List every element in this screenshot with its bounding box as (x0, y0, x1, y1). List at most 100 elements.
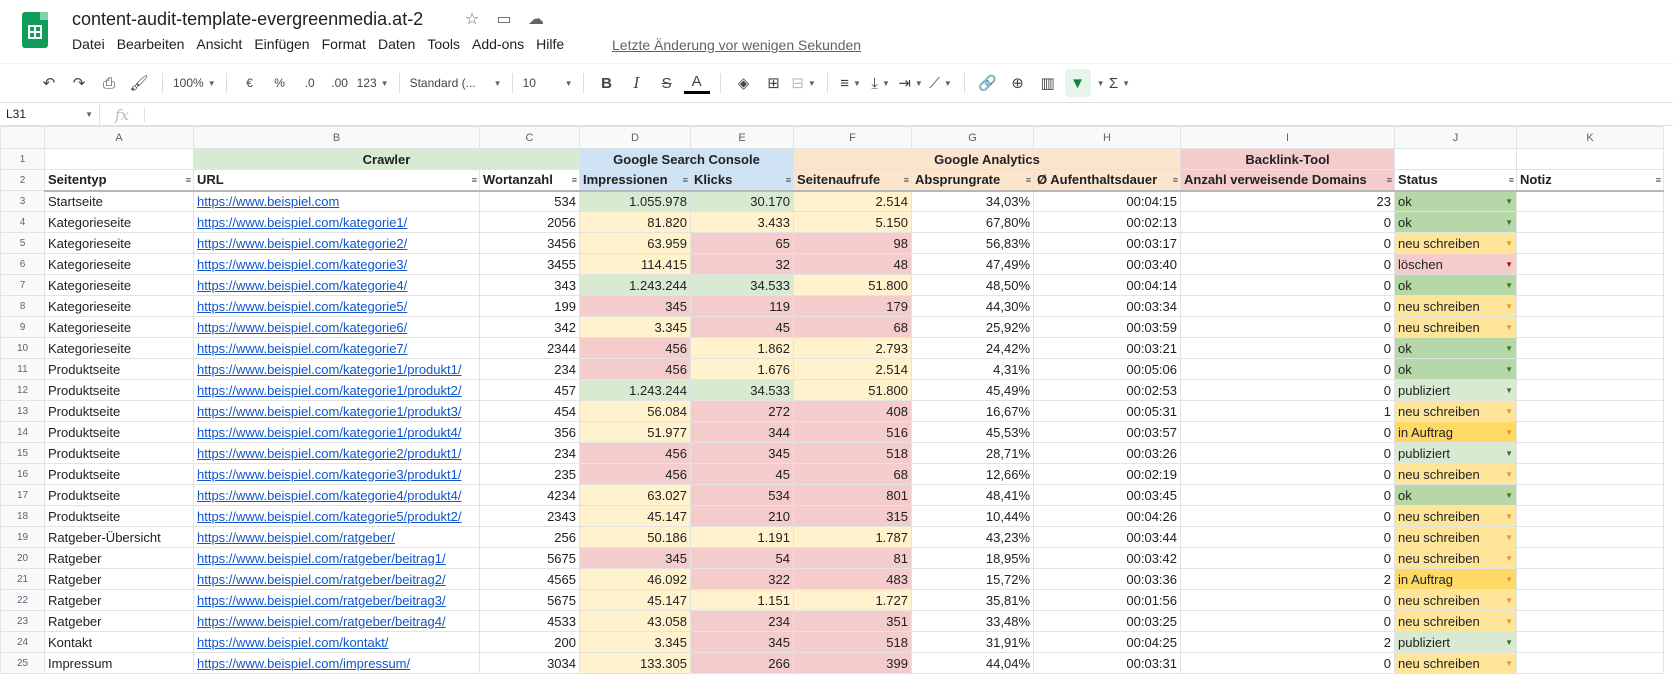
cell-seitenaufrufe[interactable]: 2.793 (793, 337, 912, 359)
cell-seitentyp[interactable]: Kategorieseite (44, 337, 194, 359)
cell-impressionen[interactable]: 81.820 (579, 211, 691, 233)
cell-seitentyp[interactable]: Startseite (44, 190, 194, 212)
cell-verweisende-domains[interactable]: 0 (1180, 505, 1395, 527)
cell-wortanzahl[interactable]: 454 (479, 400, 580, 422)
cell-url-link[interactable]: https://www.beispiel.com/kategorie5/ (193, 295, 480, 317)
row-number[interactable]: 2 (0, 169, 45, 191)
cell-aufenthaltsdauer[interactable]: 00:03:34 (1033, 295, 1181, 317)
cell-aufenthaltsdauer[interactable]: 00:02:53 (1033, 379, 1181, 401)
cell-impressionen[interactable]: 45.147 (579, 589, 691, 611)
sheets-logo-icon[interactable] (22, 12, 48, 48)
cell-seitenaufrufe[interactable]: 1.787 (793, 526, 912, 548)
cell[interactable] (1516, 148, 1664, 170)
cell-verweisende-domains[interactable]: 0 (1180, 421, 1395, 443)
cell-impressionen[interactable]: 63.959 (579, 232, 691, 254)
cell-absprungrate[interactable]: 10,44% (911, 505, 1034, 527)
cell-klicks[interactable]: 1.191 (690, 526, 794, 548)
cell-impressionen[interactable]: 46.092 (579, 568, 691, 590)
column-title-cell[interactable]: Wortanzahl ≡ (479, 169, 580, 192)
cell-notiz[interactable] (1516, 316, 1664, 338)
cell-aufenthaltsdauer[interactable]: 00:01:56 (1033, 589, 1181, 611)
cell-url-link[interactable]: https://www.beispiel.com/kategorie2/ (193, 232, 480, 254)
paint-format-icon[interactable]: 🖌 (126, 69, 152, 97)
row-number[interactable]: 4 (0, 211, 45, 233)
column-header-i[interactable]: I (1180, 126, 1395, 149)
cell-notiz[interactable] (1516, 547, 1664, 569)
cell-impressionen[interactable]: 1.243.244 (579, 274, 691, 296)
dropdown-arrow-icon[interactable]: ▼ (1505, 638, 1513, 647)
cell-seitenaufrufe[interactable]: 68 (793, 463, 912, 485)
cell-aufenthaltsdauer[interactable]: 00:03:44 (1033, 526, 1181, 548)
cell-seitenaufrufe[interactable]: 399 (793, 652, 912, 674)
cell-url-link[interactable]: https://www.beispiel.com/kategorie7/ (193, 337, 480, 359)
cell-url-link[interactable]: https://www.beispiel.com/kategorie5/prod… (193, 505, 480, 527)
text-rotation-icon[interactable]: ⟋ ▼ (928, 69, 954, 97)
cell-notiz[interactable] (1516, 610, 1664, 632)
cell-notiz[interactable] (1516, 337, 1664, 359)
column-title-cell[interactable]: Klicks ≡ (690, 169, 794, 192)
cell-wortanzahl[interactable]: 5675 (479, 547, 580, 569)
cell-klicks[interactable]: 1.862 (690, 337, 794, 359)
row-number[interactable]: 19 (0, 526, 45, 548)
cell-aufenthaltsdauer[interactable]: 00:02:13 (1033, 211, 1181, 233)
cell-verweisende-domains[interactable]: 0 (1180, 295, 1395, 317)
dropdown-arrow-icon[interactable]: ▼ (1505, 470, 1513, 479)
cell-klicks[interactable]: 266 (690, 652, 794, 674)
cell-absprungrate[interactable]: 34,03% (911, 190, 1034, 212)
row-number[interactable]: 20 (0, 547, 45, 569)
horizontal-align-icon[interactable]: ≡ ▼ (838, 69, 864, 97)
cell-klicks[interactable]: 119 (690, 295, 794, 317)
cell-seitenaufrufe[interactable]: 2.514 (793, 358, 912, 380)
column-title-cell[interactable]: Seitenaufrufe ≡ (793, 169, 912, 192)
status-dropdown[interactable]: ok ▼ (1394, 190, 1517, 212)
row-number[interactable]: 13 (0, 400, 45, 422)
cell-verweisende-domains[interactable]: 0 (1180, 484, 1395, 506)
status-dropdown[interactable]: löschen ▼ (1394, 253, 1517, 275)
cell-seitentyp[interactable]: Kategorieseite (44, 253, 194, 275)
cell-klicks[interactable]: 534 (690, 484, 794, 506)
cell-verweisende-domains[interactable]: 2 (1180, 631, 1395, 653)
cell-absprungrate[interactable]: 45,53% (911, 421, 1034, 443)
row-number[interactable]: 3 (0, 190, 45, 212)
star-icon[interactable]: ☆ (462, 11, 482, 29)
row-number[interactable]: 9 (0, 316, 45, 338)
cell-url-link[interactable]: https://www.beispiel.com (193, 190, 480, 212)
cell-seitenaufrufe[interactable]: 518 (793, 442, 912, 464)
cell-seitentyp[interactable]: Produktseite (44, 484, 194, 506)
cell-aufenthaltsdauer[interactable]: 00:03:26 (1033, 442, 1181, 464)
cell-url-link[interactable]: https://www.beispiel.com/kategorie3/ (193, 253, 480, 275)
cell-verweisende-domains[interactable]: 0 (1180, 211, 1395, 233)
percent-format-button[interactable]: % (267, 69, 293, 97)
column-header-k[interactable]: K (1516, 126, 1664, 149)
cell-aufenthaltsdauer[interactable]: 00:05:31 (1033, 400, 1181, 422)
cell-klicks[interactable]: 1.676 (690, 358, 794, 380)
cell-url-link[interactable]: https://www.beispiel.com/kategorie4/prod… (193, 484, 480, 506)
cell-aufenthaltsdauer[interactable]: 00:03:21 (1033, 337, 1181, 359)
cell-aufenthaltsdauer[interactable]: 00:04:26 (1033, 505, 1181, 527)
cell-verweisende-domains[interactable]: 0 (1180, 232, 1395, 254)
cell-verweisende-domains[interactable]: 0 (1180, 316, 1395, 338)
more-formats-select[interactable]: 123 ▼ (357, 69, 389, 97)
cell-wortanzahl[interactable]: 234 (479, 442, 580, 464)
dropdown-arrow-icon[interactable]: ▼ (1505, 617, 1513, 626)
cell-wortanzahl[interactable]: 5675 (479, 589, 580, 611)
cell-impressionen[interactable]: 51.977 (579, 421, 691, 443)
status-dropdown[interactable]: neu schreiben ▼ (1394, 652, 1517, 674)
cell-seitenaufrufe[interactable]: 351 (793, 610, 912, 632)
cell-seitenaufrufe[interactable]: 5.150 (793, 211, 912, 233)
cell-notiz[interactable] (1516, 379, 1664, 401)
group-google-analytics[interactable]: Google Analytics (793, 148, 1181, 170)
cell-wortanzahl[interactable]: 3034 (479, 652, 580, 674)
filter-icon[interactable]: ≡ (572, 175, 577, 185)
dropdown-arrow-icon[interactable]: ▼ (1505, 281, 1513, 290)
cell-verweisende-domains[interactable]: 0 (1180, 358, 1395, 380)
cell-url-link[interactable]: https://www.beispiel.com/ratgeber/beitra… (193, 589, 480, 611)
cell-seitentyp[interactable]: Ratgeber (44, 589, 194, 611)
cell-impressionen[interactable]: 114.415 (579, 253, 691, 275)
cell-verweisende-domains[interactable]: 1 (1180, 400, 1395, 422)
status-dropdown[interactable]: neu schreiben ▼ (1394, 610, 1517, 632)
cell-impressionen[interactable]: 56.084 (579, 400, 691, 422)
cell-seitentyp[interactable]: Produktseite (44, 463, 194, 485)
cell-url-link[interactable]: https://www.beispiel.com/impressum/ (193, 652, 480, 674)
cell-seitentyp[interactable]: Ratgeber (44, 547, 194, 569)
